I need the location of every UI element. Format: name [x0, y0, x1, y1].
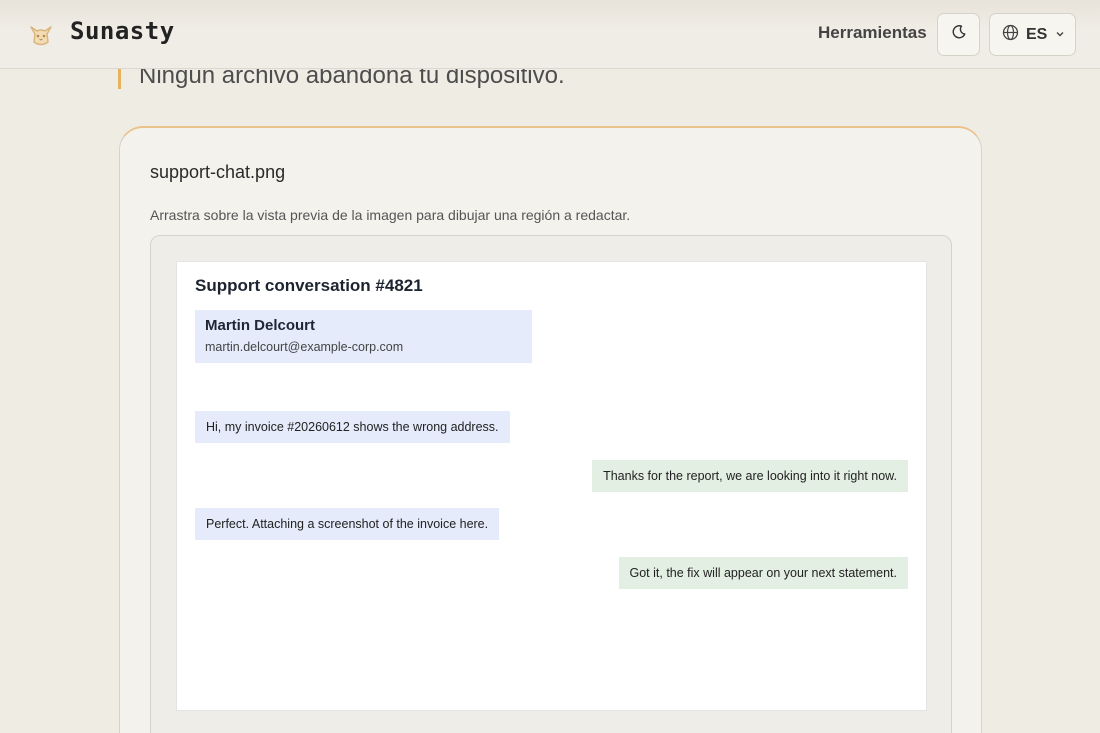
contact-email: martin.delcourt@example-corp.com	[205, 340, 404, 354]
nav-link-tools[interactable]: Herramientas	[818, 23, 927, 43]
top-navigation-bar: Sunasty Herramientas ES	[0, 0, 1100, 69]
contact-card: Martin Delcourt martin.delcourt@example-…	[195, 310, 532, 363]
language-selector[interactable]: ES	[989, 13, 1076, 56]
redaction-card: support-chat.png Arrastra sobre la vista…	[119, 126, 982, 733]
drag-hint: Arrastra sobre la vista previa de la ima…	[150, 207, 631, 223]
chevron-down-icon	[1055, 26, 1065, 44]
moon-icon	[951, 24, 967, 45]
brand-name[interactable]: Sunasty	[70, 17, 175, 45]
globe-icon	[1002, 24, 1019, 46]
chat-message-outgoing: Thanks for the report, we are looking in…	[592, 460, 908, 492]
conversation-title: Support conversation #4821	[195, 276, 423, 295]
contact-name: Martin Delcourt	[205, 317, 316, 334]
image-preview-canvas[interactable]: Support conversation #4821 Martin Delcou…	[150, 235, 952, 733]
chat-message-outgoing: Got it, the fix will appear on your next…	[618, 557, 908, 589]
cat-face-icon[interactable]	[25, 18, 57, 50]
chat-message-incoming: Perfect. Attaching a screenshot of the i…	[195, 508, 500, 540]
theme-toggle-button[interactable]	[937, 13, 980, 56]
image-preview[interactable]: Support conversation #4821 Martin Delcou…	[176, 261, 927, 711]
file-name: support-chat.png	[150, 162, 286, 182]
chat-message-incoming: Hi, my invoice #20260612 shows the wrong…	[195, 411, 510, 443]
language-code: ES	[1026, 25, 1048, 43]
